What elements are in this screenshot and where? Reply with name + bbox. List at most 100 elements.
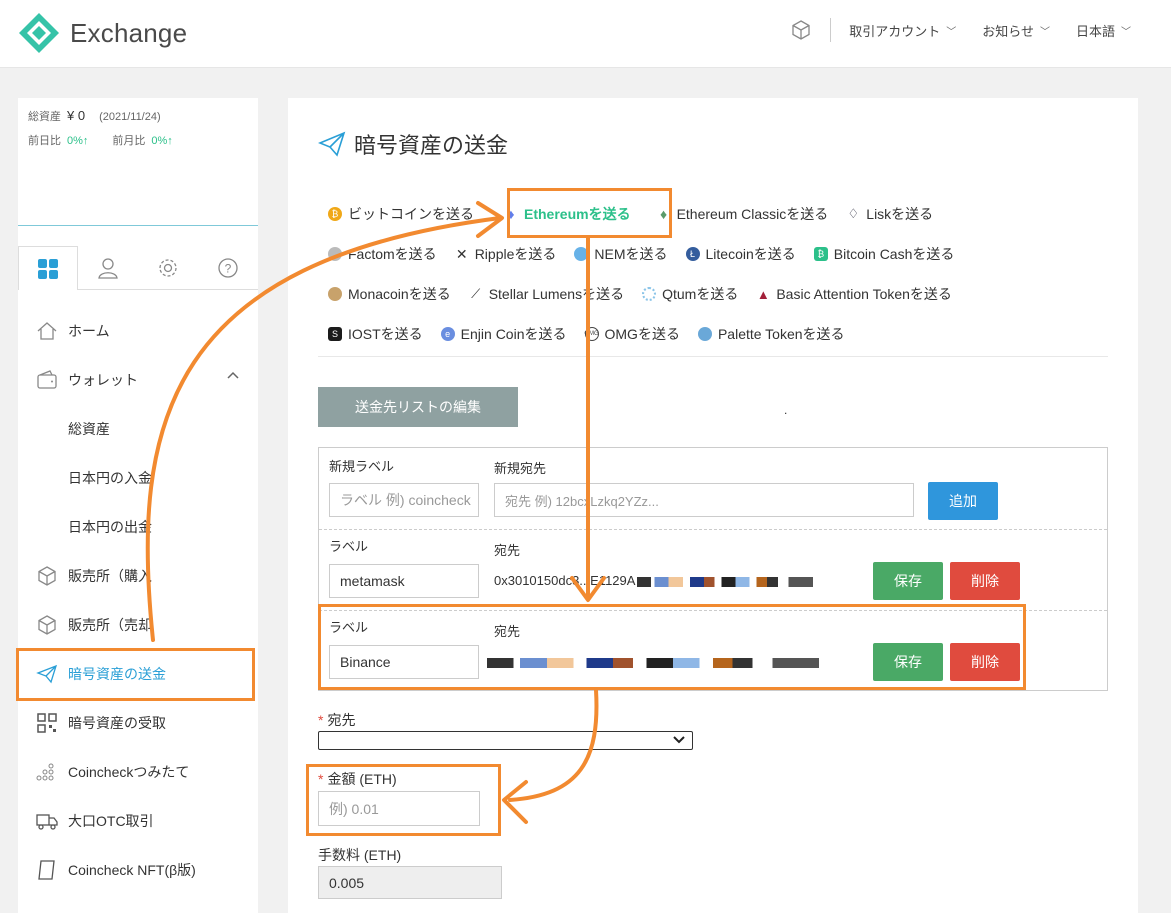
coin-selector: ₿ ビットコインを送る ♦ Ethereumを送る ♦ Ethereum Classi… (328, 194, 1108, 354)
coin-lsk[interactable]: ♢ Liskを送る (846, 204, 933, 224)
sidebar-item-label: 暗号資産の受取 (68, 714, 166, 731)
address-header: 宛先 (494, 624, 521, 639)
add-button[interactable]: 追加 (928, 482, 998, 520)
fee-field: 0.005 (318, 866, 502, 899)
address-value: 0x3010150dc3...E1129A (494, 573, 814, 588)
new-label-input[interactable]: ラベル 例) coincheck (329, 483, 479, 517)
nav-trading-account[interactable]: 取引アカウント ﹀ (849, 21, 956, 40)
coin-bat[interactable]: ▲ Basic Attention Tokenを送る (756, 284, 952, 304)
label-input[interactable]: Binance (329, 645, 479, 679)
address-value (487, 654, 819, 669)
address-header: 宛先 (494, 543, 521, 558)
label-header: ラベル (329, 539, 369, 554)
tab-account[interactable] (78, 246, 138, 290)
page-title-text: 暗号資産の送金 (354, 133, 509, 158)
card-icon (38, 859, 55, 880)
day-change-label: 前日比 (28, 135, 61, 147)
delete-button[interactable]: 削除 (950, 643, 1020, 681)
ethereum-classic-icon: ♦ (660, 206, 668, 222)
coin-mona[interactable]: Monacoinを送る (328, 284, 451, 304)
coin-xrp[interactable]: ✕ Rippleを送る (455, 244, 557, 264)
main-panel: 暗号資産の送金 ₿ ビットコインを送る ♦ Ethereumを送る ♦ Ethereu… (288, 98, 1138, 913)
coin-bch[interactable]: ₿ Bitcoin Cashを送る (813, 244, 955, 264)
destination-select[interactable] (318, 731, 693, 750)
sidebar-item-send-crypto[interactable]: 暗号資産の送金 (18, 649, 258, 698)
coin-iost[interactable]: S IOSTを送る (328, 324, 423, 344)
sidebar-item-wallet[interactable]: ウォレット (18, 355, 258, 404)
cube-icon[interactable] (790, 19, 812, 41)
sidebar-item-tsumitate[interactable]: Coincheckつみたて (18, 747, 258, 796)
logo-icon (19, 13, 59, 53)
chevron-down-icon: ﹀ (1039, 26, 1050, 38)
new-address-input[interactable]: 宛先 例) 12bcxLzkq2YZz... (494, 483, 914, 517)
table-row: ラベル 宛先 Binance 保存 削除 (319, 610, 1107, 691)
coin-label: Palette Tokenを送る (717, 326, 845, 342)
sidebar-item-buy[interactable]: 販売所（購入 (18, 551, 258, 600)
tab-settings[interactable] (138, 246, 198, 290)
coin-omg[interactable]: OMG OMGを送る (584, 324, 680, 344)
save-button[interactable]: 保存 (873, 562, 943, 600)
sidebar-item-otc[interactable]: 大口OTC取引 (18, 796, 258, 845)
month-change-value: 0%↑ (151, 135, 173, 147)
sidebar-item-jpy-withdraw[interactable]: 日本円の出金 (18, 502, 258, 551)
nav-label: 日本語 (1075, 23, 1115, 39)
coin-label: Bitcoin Cashを送る (833, 246, 955, 262)
coin-eth[interactable]: ♦ Ethereumを送る (504, 204, 630, 224)
ethereum-icon: ♦ (507, 206, 515, 222)
coin-qtum[interactable]: Qtumを送る (642, 284, 738, 304)
nav-news[interactable]: お知らせ ﹀ (982, 21, 1050, 40)
day-change-value: 0%↑ (67, 135, 89, 147)
sidebar-item-label: Coincheckつみたて (68, 763, 190, 780)
coin-btc[interactable]: ₿ ビットコインを送る (328, 204, 474, 224)
coin-label: IOSTを送る (348, 326, 423, 342)
sidebar-item-sell[interactable]: 販売所（売却 (18, 600, 258, 649)
sidebar-item-label: 大口OTC取引 (68, 812, 154, 829)
sidebar-item-home[interactable]: ホーム (18, 306, 258, 355)
coin-xem[interactable]: NEMを送る (574, 244, 668, 264)
amount-input[interactable]: 例) 0.01 (318, 791, 480, 826)
label-header: ラベル (329, 620, 369, 635)
divider (318, 356, 1108, 357)
address-text: 0x3010150dc3...E1129A (494, 573, 636, 588)
chevron-up-icon[interactable] (226, 369, 240, 383)
new-address-header: 新規宛先 (494, 461, 547, 476)
sidebar-item-jpy-deposit[interactable]: 日本円の入金 (18, 453, 258, 502)
coin-etc[interactable]: ♦ Ethereum Classicを送る (657, 204, 829, 224)
coin-ltc[interactable]: Ł Litecoinを送る (685, 244, 796, 264)
litecoin-icon: Ł (685, 247, 700, 261)
sidebar-item-label: 販売所（売却 (68, 616, 152, 633)
top-bar: Exchange 取引アカウント ﹀ お知らせ ﹀ 日本語 ﹀ (0, 0, 1171, 68)
coin-label: Rippleを送る (474, 246, 557, 262)
sidebar-tabs: ? (18, 246, 258, 290)
address-list-table: 新規ラベル 新規宛先 ラベル 例) coincheck 宛先 例) 12bcxL… (318, 447, 1108, 691)
asset-summary: 総資産 ¥ 0 (2021/11/24) 前日比 0%↑ 前月比 0%↑ (18, 98, 258, 226)
label-input[interactable]: metamask (329, 564, 479, 598)
omg-icon: OMG (584, 327, 599, 341)
tab-dashboard[interactable] (18, 246, 78, 290)
coin-fct[interactable]: Factomを送る (328, 244, 437, 264)
sidebar-item-label: 総資産 (68, 420, 110, 437)
coin-label: Liskを送る (866, 206, 934, 222)
user-icon (98, 257, 118, 279)
truck-icon (36, 813, 58, 830)
factom-icon (328, 247, 342, 261)
logo[interactable]: Exchange (18, 12, 187, 54)
qr-code-icon (37, 712, 57, 733)
coin-label: Ethereum Classicを送る (676, 206, 829, 222)
wallet-icon (37, 369, 57, 389)
chevron-down-icon: ﹀ (1121, 26, 1131, 38)
edit-address-list-button[interactable]: 送金先リストの編集 (318, 387, 518, 427)
coin-plt[interactable]: Palette Tokenを送る (697, 324, 845, 344)
delete-button[interactable]: 削除 (950, 562, 1020, 600)
tab-help[interactable]: ? (198, 246, 258, 290)
nav-language[interactable]: 日本語 ﹀ (1076, 21, 1131, 40)
sidebar-item-nft[interactable]: Coincheck NFT(β版) (18, 845, 258, 894)
coin-xlm[interactable]: ⟋ Stellar Lumensを送る (469, 284, 624, 304)
sidebar-item-receive-crypto[interactable]: 暗号資産の受取 (18, 698, 258, 747)
coin-enj[interactable]: e Enjin Coinを送る (440, 324, 567, 344)
nav-label: お知らせ (982, 23, 1034, 39)
save-button[interactable]: 保存 (873, 643, 943, 681)
grid-icon (38, 258, 58, 279)
sidebar-item-label: 日本円の入金 (68, 469, 152, 486)
sidebar-item-total-assets[interactable]: 総資産 (18, 404, 258, 453)
